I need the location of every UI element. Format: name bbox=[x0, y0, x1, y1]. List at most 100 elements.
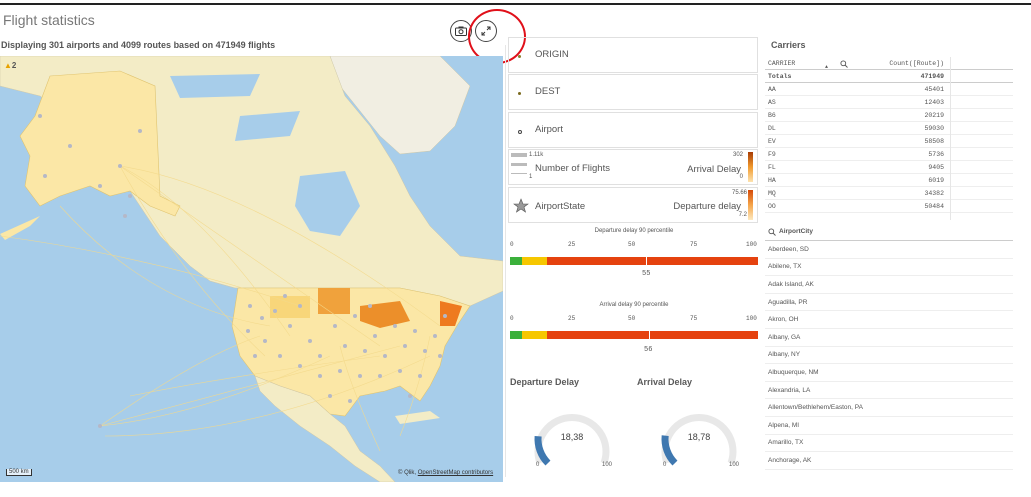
warning-icon: ▲ bbox=[4, 61, 12, 70]
airport-circle-icon bbox=[518, 130, 522, 134]
map-subtitle: Displaying 301 airports and 4099 routes … bbox=[1, 40, 276, 50]
departure-gauge-track bbox=[510, 257, 758, 265]
carrier-cell: EV bbox=[768, 137, 776, 145]
attribution-prefix: © Qlik, bbox=[398, 470, 417, 476]
carrier-cell: FL bbox=[768, 163, 776, 171]
table-row[interactable]: DL 59030 bbox=[765, 122, 1013, 135]
carrier-rows: AA 45401 AS 12403 B6 20219 DL 59030 EV 58508 F9 573… bbox=[765, 83, 1013, 213]
arrival-gauge-marker bbox=[648, 331, 650, 339]
departure-percentile-gauge[interactable]: Departure delay 90 percentile 0 25 50 75… bbox=[510, 228, 758, 283]
tick-label: 25 bbox=[568, 315, 576, 322]
list-item[interactable]: Aguadilla, PR bbox=[765, 294, 1013, 312]
size-bar-large bbox=[511, 153, 527, 157]
table-row[interactable]: EV 58508 bbox=[765, 135, 1013, 148]
panel-divider bbox=[505, 45, 506, 477]
map-canvas bbox=[0, 56, 503, 482]
list-item[interactable]: Abilene, TX bbox=[765, 259, 1013, 277]
band-red bbox=[547, 331, 758, 339]
table-row[interactable]: MQ 34382 bbox=[765, 187, 1013, 200]
carrier-header-label: CARRIER bbox=[768, 59, 796, 67]
tick-label: 75 bbox=[690, 241, 698, 248]
list-item[interactable]: Alexandria, LA bbox=[765, 382, 1013, 400]
legend-state[interactable]: AirportState Departure delay 75.66 7.2 bbox=[508, 187, 758, 223]
arrival-delay-gradient bbox=[748, 152, 753, 182]
count-column-header[interactable]: Count([Route]) bbox=[875, 60, 950, 67]
list-item[interactable]: Albany, GA bbox=[765, 329, 1013, 347]
warning-indicator[interactable]: ▲2 bbox=[4, 61, 16, 70]
arrival-delay-gauge[interactable]: 18,78 0 100 bbox=[659, 405, 739, 475]
carrier-column-header[interactable]: CARRIER ▲ bbox=[765, 59, 875, 70]
star-icon bbox=[513, 198, 529, 213]
table-row[interactable]: OO 50484 bbox=[765, 200, 1013, 213]
departure-delay-value: 18,38 bbox=[560, 432, 584, 442]
flights-max: 1.11k bbox=[529, 152, 544, 158]
city-list-title: AirportCity bbox=[779, 228, 813, 235]
list-item[interactable]: Amarillo, TX bbox=[765, 435, 1013, 453]
list-item[interactable]: Anchorage, AK bbox=[765, 452, 1013, 470]
count-cell: 50484 bbox=[924, 202, 944, 210]
legend-dest[interactable]: DEST bbox=[508, 74, 758, 110]
tick-label: 50 bbox=[628, 315, 636, 322]
airport-city-listbox: AirportCity Aberdeen, SD Abilene, TX Adak … bbox=[765, 223, 1013, 480]
search-icon bbox=[768, 227, 776, 236]
legend-flights[interactable]: 1.11k 1 Number of Flights Arrival Delay … bbox=[508, 149, 758, 185]
tick-label: 25 bbox=[568, 241, 576, 248]
carrier-cell: DL bbox=[768, 124, 776, 132]
size-bar-mid bbox=[511, 163, 527, 166]
table-row[interactable]: B6 20219 bbox=[765, 109, 1013, 122]
carrier-cell: MQ bbox=[768, 189, 776, 197]
table-row[interactable]: HA 6019 bbox=[765, 174, 1013, 187]
osm-link[interactable]: OpenStreetMap contributors bbox=[418, 470, 493, 476]
list-item[interactable]: Allentown/Bethlehem/Easton, PA bbox=[765, 399, 1013, 417]
arrival-percentile-gauge[interactable]: Arrival delay 90 percentile 0 25 50 75 1… bbox=[510, 302, 758, 357]
departure-delay-min: 7.2 bbox=[738, 212, 747, 218]
departure-gauge-value: 55 bbox=[642, 270, 651, 278]
tick-label: 100 bbox=[746, 315, 757, 322]
list-item[interactable]: Albany, NY bbox=[765, 347, 1013, 365]
tick-label: 50 bbox=[628, 241, 636, 248]
band-green bbox=[510, 331, 522, 339]
table-row[interactable]: AA 45401 bbox=[765, 83, 1013, 96]
map-attribution: © Qlik, OpenStreetMap contributors bbox=[398, 470, 493, 476]
legend-origin-label: ORIGIN bbox=[535, 49, 569, 60]
legend-airport[interactable]: Airport bbox=[508, 112, 758, 148]
app-root: Flight statistics Displaying 301 airport… bbox=[0, 0, 1031, 497]
carrier-cell: AS bbox=[768, 98, 776, 106]
flight-map[interactable] bbox=[0, 56, 503, 482]
band-red bbox=[547, 257, 758, 265]
top-border bbox=[0, 3, 1031, 5]
search-icon[interactable] bbox=[840, 59, 848, 68]
count-cell: 45401 bbox=[924, 85, 944, 93]
list-item[interactable]: Alpena, MI bbox=[765, 417, 1013, 435]
arrival-delay-title: Arrival Delay bbox=[637, 377, 693, 387]
table-totals-row: Totals 471949 bbox=[765, 70, 1013, 83]
table-row[interactable]: FL 9405 bbox=[765, 161, 1013, 174]
legend-state-label: AirportState bbox=[535, 201, 586, 212]
arrival-gauge-value: 56 bbox=[644, 346, 653, 354]
carrier-cell: HA bbox=[768, 176, 776, 184]
carrier-cell: OO bbox=[768, 202, 776, 210]
legend-dest-label: DEST bbox=[535, 86, 561, 97]
count-cell: 34382 bbox=[924, 189, 944, 197]
table-row[interactable]: F9 5736 bbox=[765, 148, 1013, 161]
city-rows: Aberdeen, SD Abilene, TX Adak Island, AK Ag… bbox=[765, 241, 1013, 470]
departure-gauge-max: 100 bbox=[602, 462, 613, 468]
list-item[interactable]: Adak Island, AK bbox=[765, 276, 1013, 294]
list-item[interactable]: Akron, OH bbox=[765, 311, 1013, 329]
count-cell: 20219 bbox=[924, 111, 944, 119]
origin-dot-icon bbox=[518, 55, 521, 58]
legend-origin[interactable]: ORIGIN bbox=[508, 37, 758, 73]
carriers-title: Carriers bbox=[771, 40, 806, 50]
carrier-cell: F9 bbox=[768, 150, 776, 158]
table-column-divider bbox=[950, 57, 951, 220]
departure-gauge-ticks: 0 25 50 75 100 bbox=[510, 241, 758, 251]
arrival-delay-legend-label: Arrival Delay bbox=[687, 164, 741, 175]
city-list-header[interactable]: AirportCity bbox=[765, 223, 1013, 241]
tick-label: 0 bbox=[510, 315, 514, 322]
table-row[interactable]: AS 12403 bbox=[765, 96, 1013, 109]
count-cell: 6019 bbox=[928, 176, 944, 184]
list-item[interactable]: Aberdeen, SD bbox=[765, 241, 1013, 259]
list-item[interactable]: Albuquerque, NM bbox=[765, 364, 1013, 382]
count-cell: 5736 bbox=[928, 150, 944, 158]
departure-delay-gauge[interactable]: 18,38 0 100 bbox=[532, 405, 612, 475]
